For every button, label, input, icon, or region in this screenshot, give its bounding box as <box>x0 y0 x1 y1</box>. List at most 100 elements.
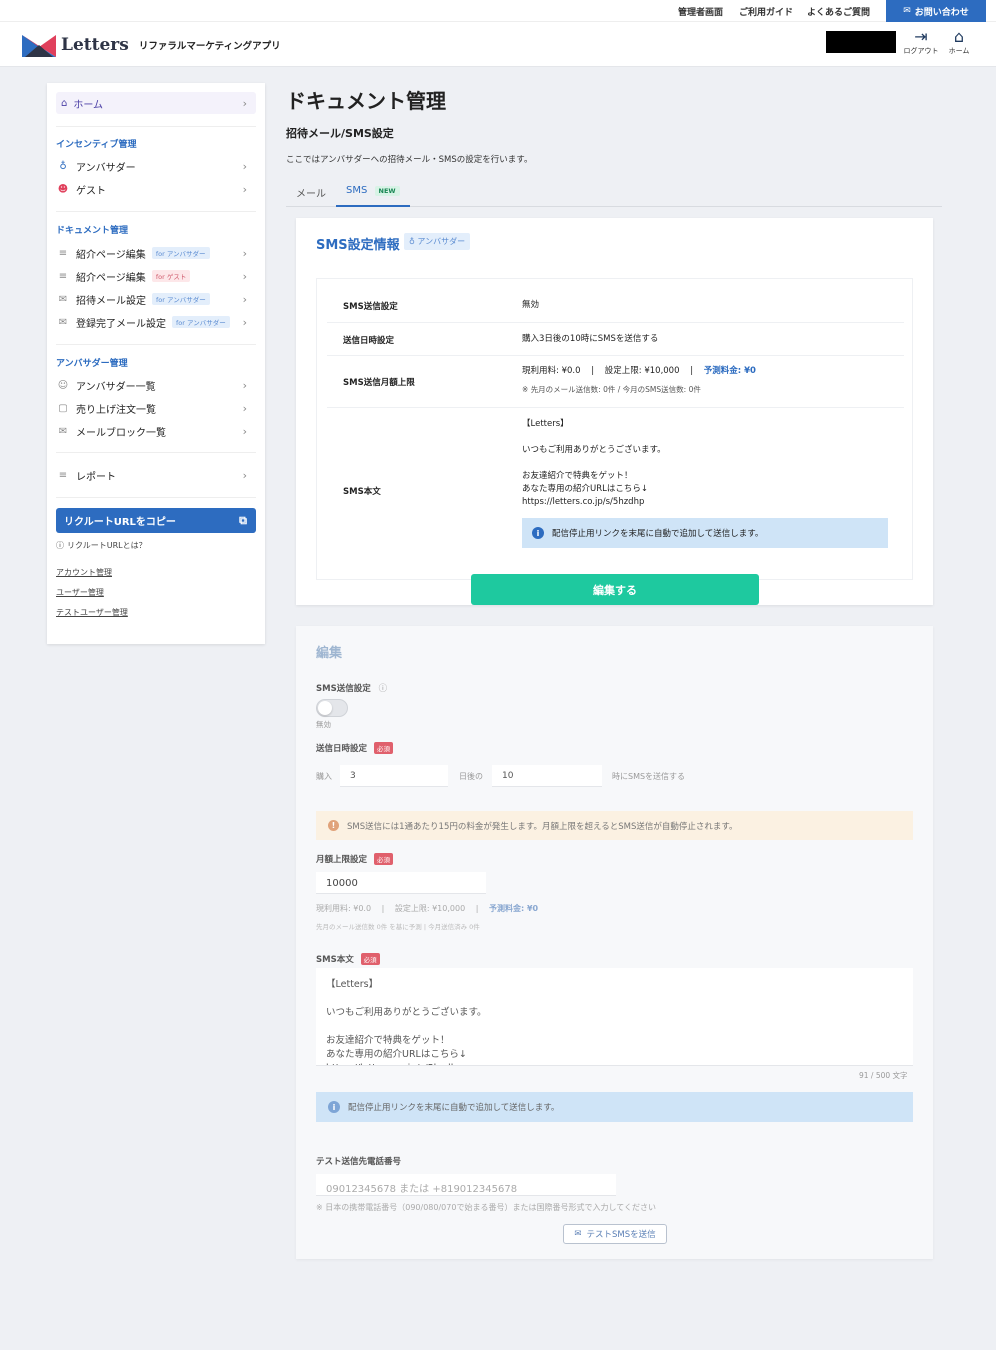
sms-body-line: お友達紹介で特典をゲット！ <box>522 471 633 481</box>
for-ambassador-tag: for アンバサダー <box>172 316 230 328</box>
sidebar-item-mail-block[interactable]: ✉ メールブロック一覧 › <box>56 422 256 440</box>
sms-setting-label: SMS送信設定 ⓘ <box>316 684 388 694</box>
page-title: ドキュメント管理 <box>286 89 446 113</box>
logo-word: Letters <box>61 35 129 55</box>
test-user-management-link[interactable]: テストユーザー管理 <box>56 607 128 618</box>
mail-icon: ✉ <box>58 425 68 437</box>
sms-body-line: https://letters.co.jp/s/5hzdhp <box>522 497 645 507</box>
sidebar: ⌂ ホーム › インセンティブ管理 ♁ アンバサダー › ☻ ゲスト › ドキュ… <box>47 83 265 644</box>
chevron-right-icon: › <box>242 182 247 196</box>
home-button[interactable]: ⌂ ホーム <box>939 28 979 56</box>
sidebar-item-intro-page-guest[interactable]: ≡ 紹介ページ編集 for ゲスト › <box>56 267 256 285</box>
letters-logo-icon <box>22 35 56 57</box>
medal-icon: ♁ <box>409 237 415 246</box>
required-badge: 必須 <box>360 953 380 965</box>
tab-sms[interactable]: SMS NEW <box>336 185 410 207</box>
sidebar-item-label: 招待メール設定 <box>76 295 146 307</box>
edit-lines-icon: ≡ <box>58 247 68 259</box>
contact-button[interactable]: ✉ お問い合わせ <box>886 0 986 22</box>
unsubscribe-info: i 配信停止用リンクを末尾に自動で追加して送信します。 <box>316 1092 913 1122</box>
sms-body-line: あなた専用の紹介URLはこちら↓ <box>522 484 648 494</box>
info-icon: i <box>328 1101 340 1113</box>
info-text: 配信停止用リンクを末尾に自動で追加して送信します。 <box>552 529 764 539</box>
test-phone-input[interactable]: 09012345678 または +819012345678 <box>316 1174 616 1196</box>
edit-button[interactable]: 編集する <box>471 574 759 605</box>
tab-label: SMS <box>346 185 368 196</box>
info-text: 配信停止用リンクを末尾に自動で追加して送信します。 <box>348 1103 560 1113</box>
redacted-user-box <box>826 31 896 53</box>
copy-recruit-url-button[interactable]: リクルートURLをコピー ⧉ <box>56 508 256 533</box>
home-icon: ⌂ <box>953 27 965 46</box>
table-row: SMS送信月額上限 現利用料: ¥0.0 | 設定上限: ¥10,000 | 予… <box>327 356 904 408</box>
sms-enabled-toggle[interactable] <box>316 699 348 717</box>
send-test-sms-button[interactable]: ✉ テストSMSを送信 <box>563 1224 667 1244</box>
sidebar-item-intro-page-ambassador[interactable]: ≡ 紹介ページ編集 for アンバサダー › <box>56 244 256 262</box>
sidebar-item-registration-mail[interactable]: ✉ 登録完了メール設定 for アンバサダー › <box>56 313 256 331</box>
sms-body-line: 【Letters】 <box>522 419 569 429</box>
chevron-right-icon: › <box>242 401 247 415</box>
purchase-label: 購入 <box>316 772 332 781</box>
faq-link[interactable]: よくあるご質問 <box>807 5 870 18</box>
unsubscribe-info: i 配信停止用リンクを末尾に自動で追加して送信します。 <box>522 518 888 548</box>
predicted-cost: 予測料金: ¥0 <box>703 366 756 376</box>
edit-lines-icon: ≡ <box>58 270 68 282</box>
admin-screen-link[interactable]: 管理者画面 <box>678 5 723 18</box>
sidebar-item-home[interactable]: ⌂ ホーム › <box>56 92 256 114</box>
chevron-right-icon: › <box>242 159 247 173</box>
copy-icon: ⧉ <box>239 513 247 527</box>
chevron-right-icon: › <box>242 269 247 283</box>
page-description: ここではアンバサダーへの招待メール・SMSの設定を行います。 <box>286 155 533 165</box>
logo-subtitle: リファラルマーケティングアプリ <box>138 41 281 52</box>
asterisk-icon: ※ <box>522 385 529 394</box>
logo[interactable]: Letters リファラルマーケティングアプリ <box>22 33 281 57</box>
sidebar-item-report[interactable]: ≡ レポート › <box>56 466 256 484</box>
hour-input[interactable]: 10 <box>492 765 602 787</box>
home-icon: ⌂ <box>61 97 68 109</box>
ambassador-badge: ♁ アンバサダー <box>404 233 471 250</box>
header: Letters リファラルマーケティングアプリ ⇥ ログアウト ⌂ ホーム <box>0 22 996 67</box>
warning-text: SMS送信には1通あたり15円の料金が発生します。月額上限を超えるとSMS送信が… <box>347 821 738 832</box>
row-value: 購入3日後の10時にSMSを送信する <box>522 334 659 344</box>
test-button-label: テストSMSを送信 <box>586 1230 656 1240</box>
chevron-right-icon: › <box>242 315 247 329</box>
logout-button[interactable]: ⇥ ログアウト <box>901 28 941 56</box>
for-ambassador-tag: for アンバサダー <box>151 247 210 259</box>
sidebar-item-label: 紹介ページ編集 <box>76 249 146 261</box>
mail-icon: ✉ <box>574 1229 582 1239</box>
sms-body-textarea[interactable]: 【Letters】 いつもご利用ありがとうございます。 お友達紹介で特典をゲット… <box>316 968 913 1066</box>
mail-icon: ✉ <box>58 316 68 328</box>
test-phone-label: テスト送信先電話番号 <box>316 1157 402 1167</box>
test-phone-note: ※ 日本の携帯電話番号（090/080/070で始まる番号）または国際番号形式で… <box>316 1203 656 1212</box>
bag-icon: ▢ <box>58 402 68 414</box>
current-usage: 現利用料: ¥0.0 <box>522 366 581 376</box>
sidebar-item-label: ゲスト <box>76 185 106 197</box>
edit-card: 編集 SMS送信設定 ⓘ 無効 送信日時設定 必須 購入 3 日後の 10 時に… <box>296 626 933 1259</box>
account-management-link[interactable]: アカウント管理 <box>56 567 112 578</box>
info-icon: i <box>532 527 544 539</box>
help-icon: ⓘ <box>378 684 388 694</box>
sidebar-item-invite-mail[interactable]: ✉ 招待メール設定 for アンバサダー › <box>56 290 256 308</box>
usage-guide-link[interactable]: ご利用ガイド <box>739 5 793 18</box>
sidebar-item-label: 登録完了メール設定 <box>76 318 166 330</box>
section-ambassador: アンバサダー管理 <box>56 359 128 369</box>
sidebar-item-ambassador-list[interactable]: ☺ アンバサダー一覧 › <box>56 376 256 394</box>
sidebar-item-ambassador[interactable]: ♁ アンバサダー › <box>56 157 256 175</box>
divider <box>56 344 256 345</box>
schedule-label: 送信日時設定 必須 <box>316 742 393 754</box>
char-count: 91 / 500 文字 <box>859 1071 908 1080</box>
top-utility-bar: 管理者画面 ご利用ガイド よくあるご質問 ✉ お問い合わせ <box>0 0 996 22</box>
chevron-right-icon: › <box>242 292 247 306</box>
limit-input[interactable]: 10000 <box>316 872 486 894</box>
sidebar-item-sales-orders[interactable]: ▢ 売り上げ注文一覧 › <box>56 399 256 417</box>
recruit-button-label: リクルートURLをコピー <box>64 517 176 528</box>
days-input[interactable]: 3 <box>340 765 448 787</box>
tab-mail[interactable]: メール <box>296 185 326 207</box>
recruit-help-link[interactable]: ⓘ リクルートURLとは？ <box>56 540 147 551</box>
for-ambassador-tag: for アンバサダー <box>152 293 210 305</box>
chevron-right-icon: › <box>242 96 247 110</box>
row-value: 無効 <box>522 300 540 310</box>
sidebar-item-label: ホーム <box>73 99 104 111</box>
card-title: SMS設定情報 <box>316 238 400 253</box>
user-management-link[interactable]: ユーザー管理 <box>56 587 104 598</box>
sidebar-item-guest[interactable]: ☻ ゲスト › <box>56 180 256 198</box>
